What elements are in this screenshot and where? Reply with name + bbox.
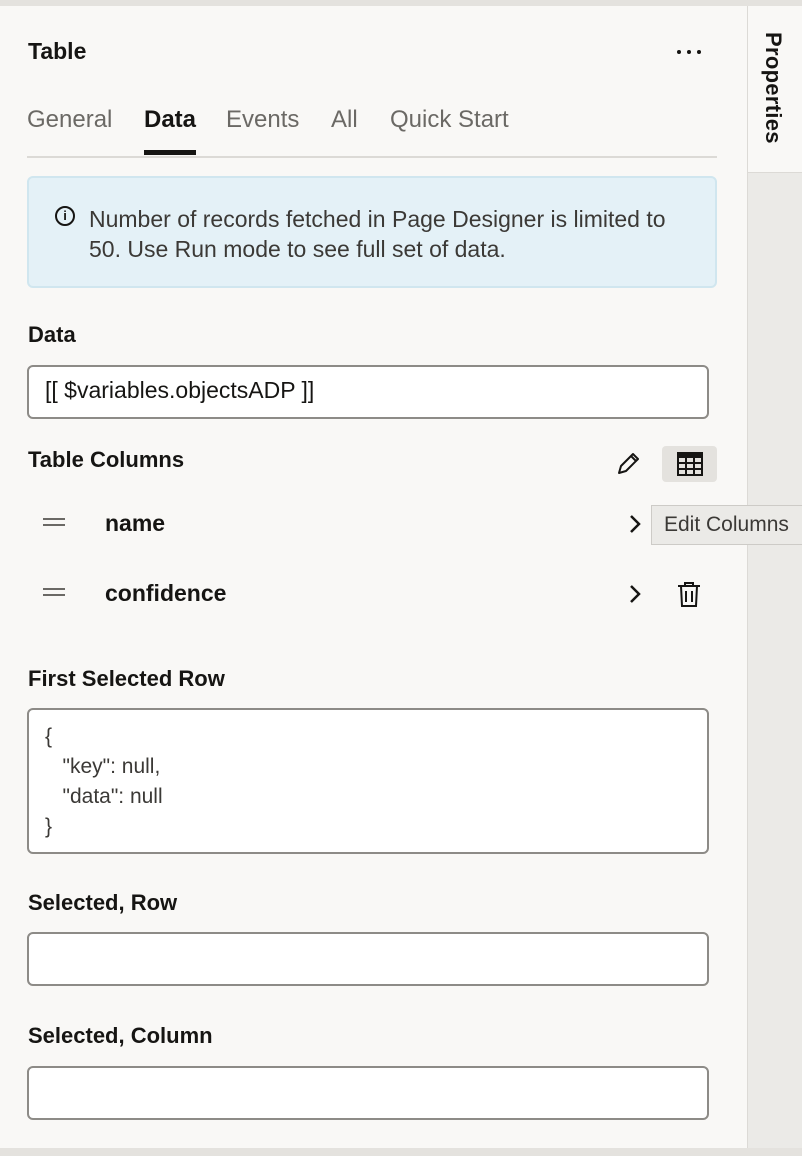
- tab-bar: General Data Events All Quick Start: [27, 100, 717, 158]
- edit-button[interactable]: [608, 446, 648, 482]
- table-columns-label: Table Columns: [28, 447, 185, 472]
- tab-quick-start[interactable]: Quick Start: [390, 106, 509, 134]
- properties-rail-tab[interactable]: Properties: [760, 32, 786, 144]
- edit-columns-button[interactable]: [662, 446, 717, 482]
- data-input[interactable]: [[ $variables.objectsADP ]]: [27, 365, 709, 419]
- column-row: confidence: [27, 570, 717, 620]
- top-border: [0, 0, 802, 6]
- tab-general[interactable]: General: [27, 106, 112, 134]
- panel-title: Table: [28, 38, 87, 64]
- rail-panel: [748, 172, 802, 1148]
- selected-column-input[interactable]: [27, 1066, 709, 1120]
- table-icon: [676, 452, 703, 476]
- info-icon: i: [55, 206, 75, 226]
- info-message: Number of records fetched in Page Design…: [89, 206, 666, 262]
- bottom-border: [0, 1148, 802, 1156]
- json-line: {: [45, 725, 53, 748]
- expand-column-button[interactable]: [617, 576, 653, 612]
- json-line: "data": null: [45, 785, 163, 808]
- active-tab-indicator: [144, 150, 196, 155]
- edit-columns-tooltip: Edit Columns: [651, 505, 802, 545]
- column-name: name: [105, 510, 166, 536]
- selected-row-label: Selected, Row: [28, 890, 178, 915]
- properties-panel: Properties Table General Data Events All…: [0, 0, 802, 1156]
- drag-handle-icon[interactable]: [43, 588, 65, 596]
- tab-events[interactable]: Events: [226, 106, 299, 134]
- ellipsis-icon: [677, 50, 681, 54]
- column-name: confidence: [105, 580, 227, 606]
- expand-column-button[interactable]: [617, 506, 653, 542]
- json-line: "key": null,: [45, 755, 161, 778]
- info-banner: i Number of records fetched in Page Desi…: [27, 176, 717, 288]
- json-line: }: [45, 815, 53, 838]
- data-label: Data: [28, 322, 76, 347]
- first-selected-row-field[interactable]: { "key": null, "data": null }: [27, 708, 709, 854]
- selected-column-label: Selected, Column: [28, 1023, 213, 1048]
- trash-icon: [678, 582, 700, 607]
- delete-column-button[interactable]: [667, 576, 711, 612]
- first-selected-row-label: First Selected Row: [28, 666, 225, 691]
- selected-row-input[interactable]: [27, 932, 709, 986]
- tab-data[interactable]: Data: [144, 106, 196, 134]
- chevron-right-icon: [630, 585, 641, 603]
- chevron-right-icon: [630, 515, 641, 533]
- column-row: name: [27, 500, 717, 550]
- drag-handle-icon[interactable]: [43, 518, 65, 526]
- more-options-button[interactable]: [668, 36, 710, 68]
- pencil-icon: [618, 453, 639, 474]
- tab-all[interactable]: All: [331, 106, 358, 134]
